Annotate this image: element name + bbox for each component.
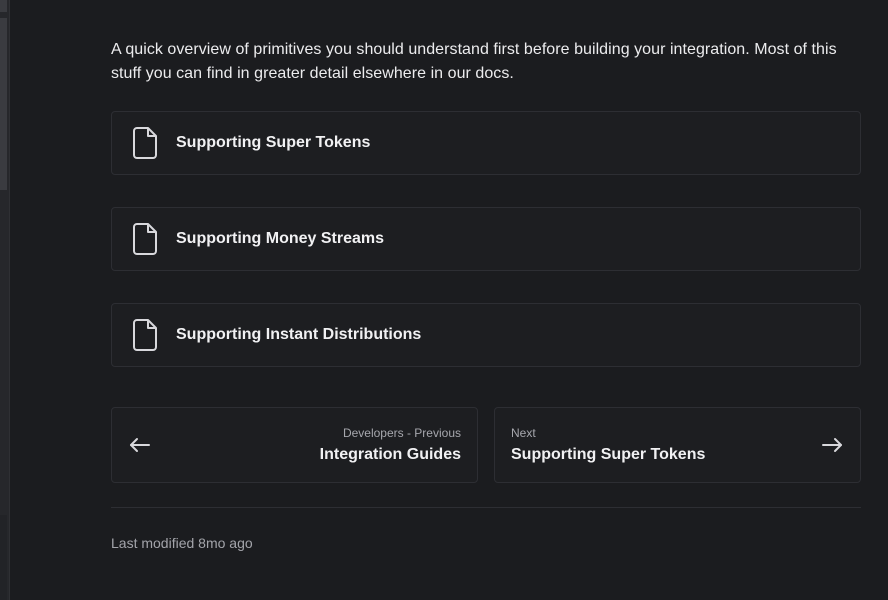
card-label: Supporting Instant Distributions [176,326,422,343]
card-label: Supporting Money Streams [176,230,385,247]
card-supporting-instant-distributions[interactable]: Supporting Instant Distributions [111,303,861,367]
intro-paragraph: A quick overview of primitives you shoul… [111,41,837,82]
previous-page-title: Integration Guides [319,446,461,463]
left-scrollbar[interactable] [0,0,10,600]
arrow-left-icon [128,433,152,457]
scrollbar-top-mark [0,0,7,12]
page-navigation: Developers - Previous Integration Guides… [111,407,861,483]
card-supporting-super-tokens[interactable]: Supporting Super Tokens [111,111,861,175]
document-icon [130,319,160,351]
card-supporting-money-streams[interactable]: Supporting Money Streams [111,207,861,271]
previous-page-link[interactable]: Developers - Previous Integration Guides [111,407,478,483]
document-icon [130,127,160,159]
next-page-caption: Next [511,426,536,440]
arrow-right-icon [820,433,844,457]
next-page-title: Supporting Super Tokens [511,446,706,463]
card-label: Supporting Super Tokens [176,134,371,151]
last-modified-text: Last modified 8mo ago [111,535,253,551]
scrollbar-bottom-mark [0,515,7,600]
main-content: A quick overview of primitives you shoul… [111,38,861,551]
next-page-link[interactable]: Next Supporting Super Tokens [494,407,861,483]
card-list: Supporting Super Tokens Supporting Money… [111,111,861,367]
scrollbar-thumb[interactable] [0,18,7,190]
previous-page-caption: Developers - Previous [342,426,461,440]
document-icon [130,223,160,255]
footer-divider [111,507,861,508]
